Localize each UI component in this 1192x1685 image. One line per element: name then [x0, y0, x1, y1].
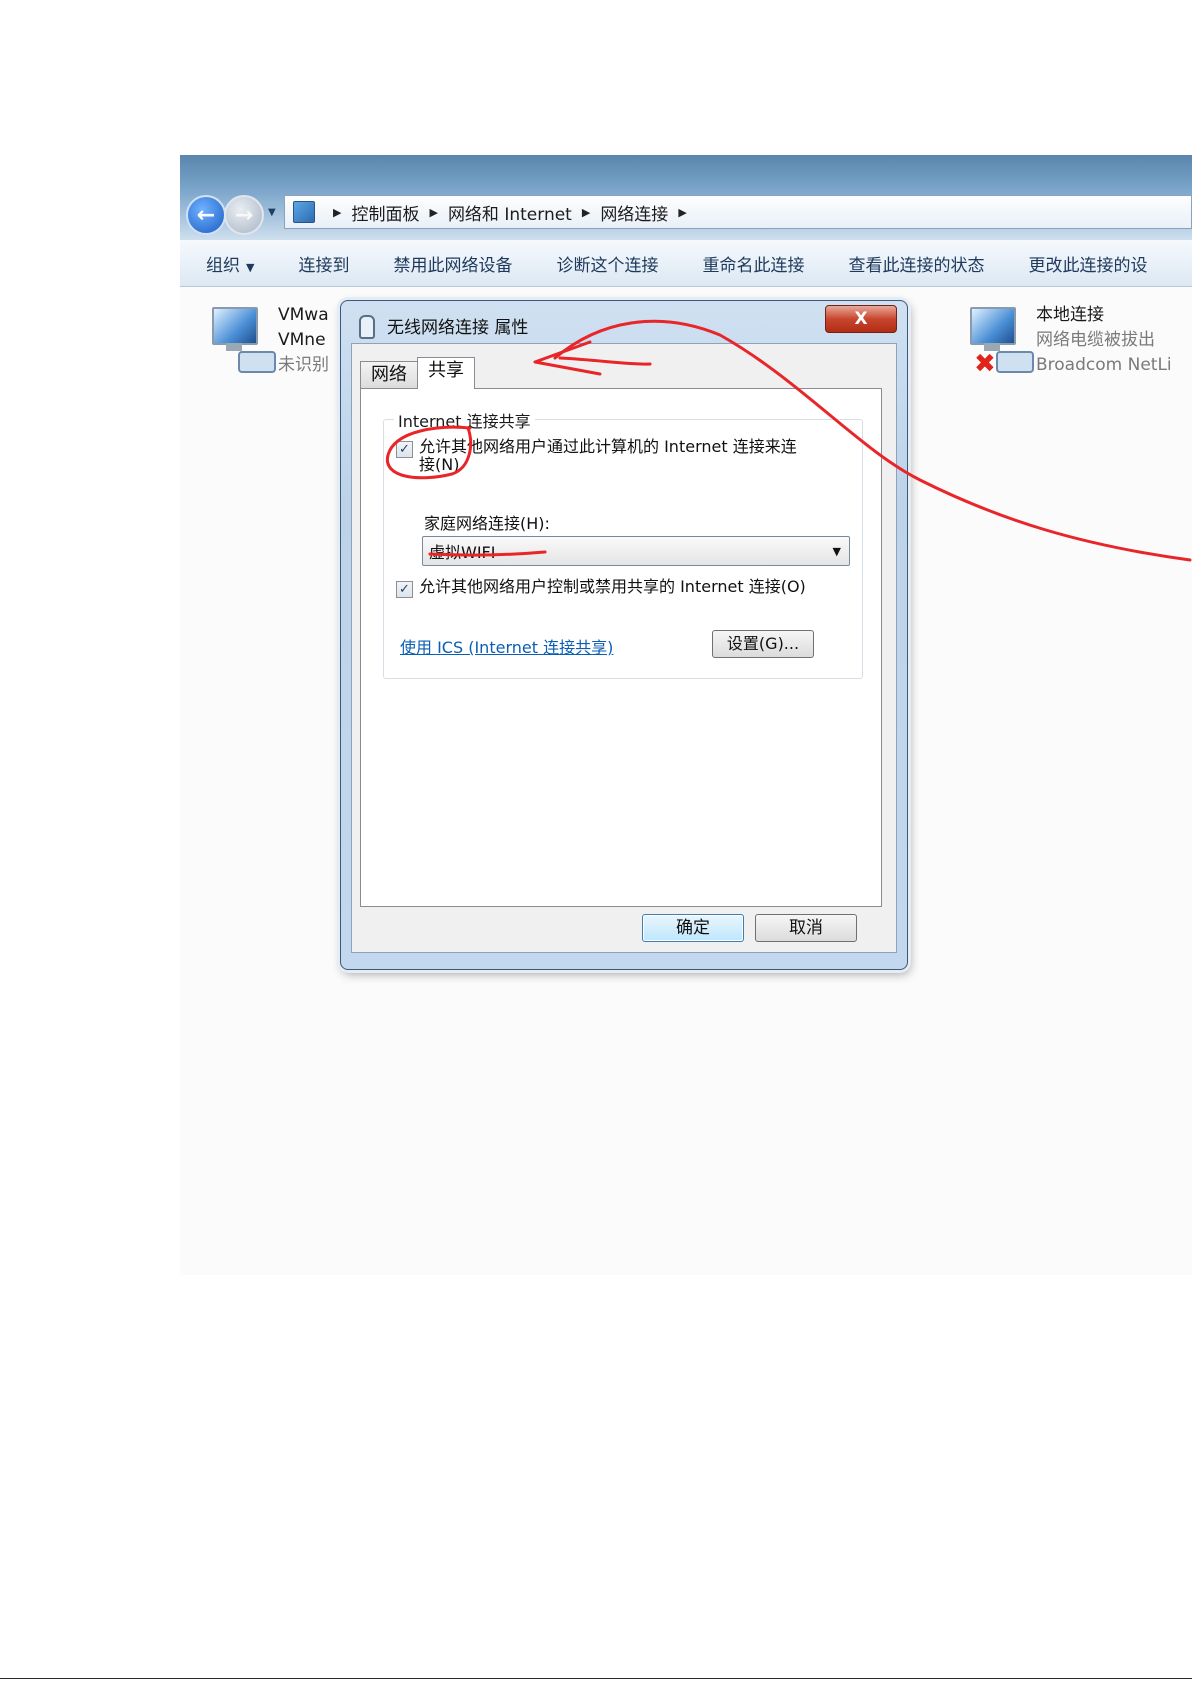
tab-strip: 网络 共享	[360, 356, 475, 389]
dialog-client: 网络 共享 Internet 连接共享 ✓ 允许其他网络用户通过此计算机的 In…	[351, 343, 897, 953]
forward-arrow-icon: →	[234, 202, 254, 228]
chevron-down-icon: ▼	[246, 260, 255, 274]
ok-button[interactable]: 确定	[642, 914, 744, 942]
connection-name: 本地连接	[1036, 305, 1104, 325]
allow-share-row[interactable]: ✓ 允许其他网络用户通过此计算机的 Internet 连接来连接(N)	[396, 438, 809, 474]
connection-device: VMne	[278, 330, 326, 350]
address-strip: ← → ▼ ▶ 控制面板 ▶ 网络和 Internet ▶ 网络连接 ▶	[180, 155, 1192, 240]
settings-button[interactable]: 设置(G)...	[712, 630, 814, 658]
disable-device-button[interactable]: 禁用此网络设备	[371, 251, 534, 276]
breadcrumb-arrow-icon[interactable]: ▶	[429, 206, 437, 219]
connection-device: Broadcom NetLi	[1036, 355, 1172, 375]
breadcrumb-arrow-icon[interactable]: ▶	[582, 206, 590, 219]
rename-button[interactable]: 重命名此连接	[680, 251, 826, 276]
chevron-down-icon: ▼	[832, 544, 841, 558]
disconnected-x-icon: ✖	[974, 349, 996, 379]
allow-control-row[interactable]: ✓ 允许其他网络用户控制或禁用共享的 Internet 连接(O)	[396, 578, 809, 598]
organize-label: 组织	[206, 255, 240, 276]
breadcrumb-arrow-icon[interactable]: ▶	[678, 206, 686, 219]
dialog-title: 无线网络连接 属性	[387, 318, 529, 338]
tab-sharing[interactable]: 共享	[417, 357, 475, 389]
home-network-select[interactable]: 虚拟WIFI ▼	[422, 536, 850, 566]
home-network-value: 虚拟WIFI	[429, 543, 496, 562]
organize-menu[interactable]: 组织 ▼	[180, 251, 276, 276]
connection-item-vmware[interactable]: VMwa VMne 未识别	[208, 303, 329, 378]
close-button[interactable]: X	[825, 305, 897, 333]
view-status-button[interactable]: 查看此连接的状态	[826, 251, 1006, 276]
address-bar[interactable]: ▶ 控制面板 ▶ 网络和 Internet ▶ 网络连接 ▶	[284, 195, 1192, 229]
ics-help-link[interactable]: 使用 ICS (Internet 连接共享)	[400, 634, 613, 658]
tab-network[interactable]: 网络	[360, 361, 418, 388]
sharing-panel: Internet 连接共享 ✓ 允许其他网络用户通过此计算机的 Internet…	[360, 388, 882, 907]
connection-status: 未识别	[278, 355, 329, 375]
ics-group: Internet 连接共享 ✓ 允许其他网络用户通过此计算机的 Internet…	[383, 408, 863, 679]
properties-dialog: 无线网络连接 属性 X 网络 共享 Internet 连接共享 ✓ 允许其他网络…	[340, 300, 908, 970]
change-settings-button[interactable]: 更改此连接的设	[1006, 251, 1169, 276]
back-arrow-icon: ←	[196, 202, 216, 228]
allow-share-checkbox[interactable]: ✓	[396, 441, 413, 458]
breadcrumb-network-internet[interactable]: 网络和 Internet	[448, 200, 572, 225]
connection-status: 网络电缆被拔出	[1036, 330, 1155, 350]
allow-control-checkbox[interactable]: ✓	[396, 581, 413, 598]
connection-item-local[interactable]: ✖ 本地连接 网络电缆被拔出 Broadcom NetLi	[966, 303, 1172, 378]
close-icon: X	[854, 309, 868, 329]
connect-to-button[interactable]: 连接到	[276, 251, 371, 276]
home-network-label: 家庭网络连接(H):	[424, 514, 550, 533]
command-bar: 组织 ▼ 连接到 禁用此网络设备 诊断这个连接 重命名此连接 查看此连接的状态 更…	[180, 240, 1192, 287]
forward-button[interactable]: →	[224, 195, 264, 235]
allow-share-label: 允许其他网络用户通过此计算机的 Internet 连接来连接(N)	[419, 437, 797, 474]
network-adapter-icon: ✖	[966, 303, 1036, 379]
breadcrumb-network-connections[interactable]: 网络连接	[600, 200, 668, 225]
group-title: Internet 连接共享	[394, 408, 535, 432]
wireless-adapter-icon	[359, 315, 375, 339]
network-adapter-icon	[208, 303, 278, 375]
allow-control-label: 允许其他网络用户控制或禁用共享的 Internet 连接(O)	[419, 577, 806, 596]
page-bottom-rule	[0, 1678, 1192, 1679]
breadcrumb-arrow-icon[interactable]: ▶	[333, 206, 341, 219]
connection-name: VMwa	[278, 305, 329, 325]
diagnose-button[interactable]: 诊断这个连接	[534, 251, 680, 276]
breadcrumb-control-panel[interactable]: 控制面板	[351, 200, 419, 225]
cancel-button[interactable]: 取消	[755, 914, 857, 942]
back-button[interactable]: ←	[186, 195, 226, 235]
history-dropdown-icon[interactable]: ▼	[268, 207, 276, 218]
control-panel-icon	[293, 201, 315, 223]
